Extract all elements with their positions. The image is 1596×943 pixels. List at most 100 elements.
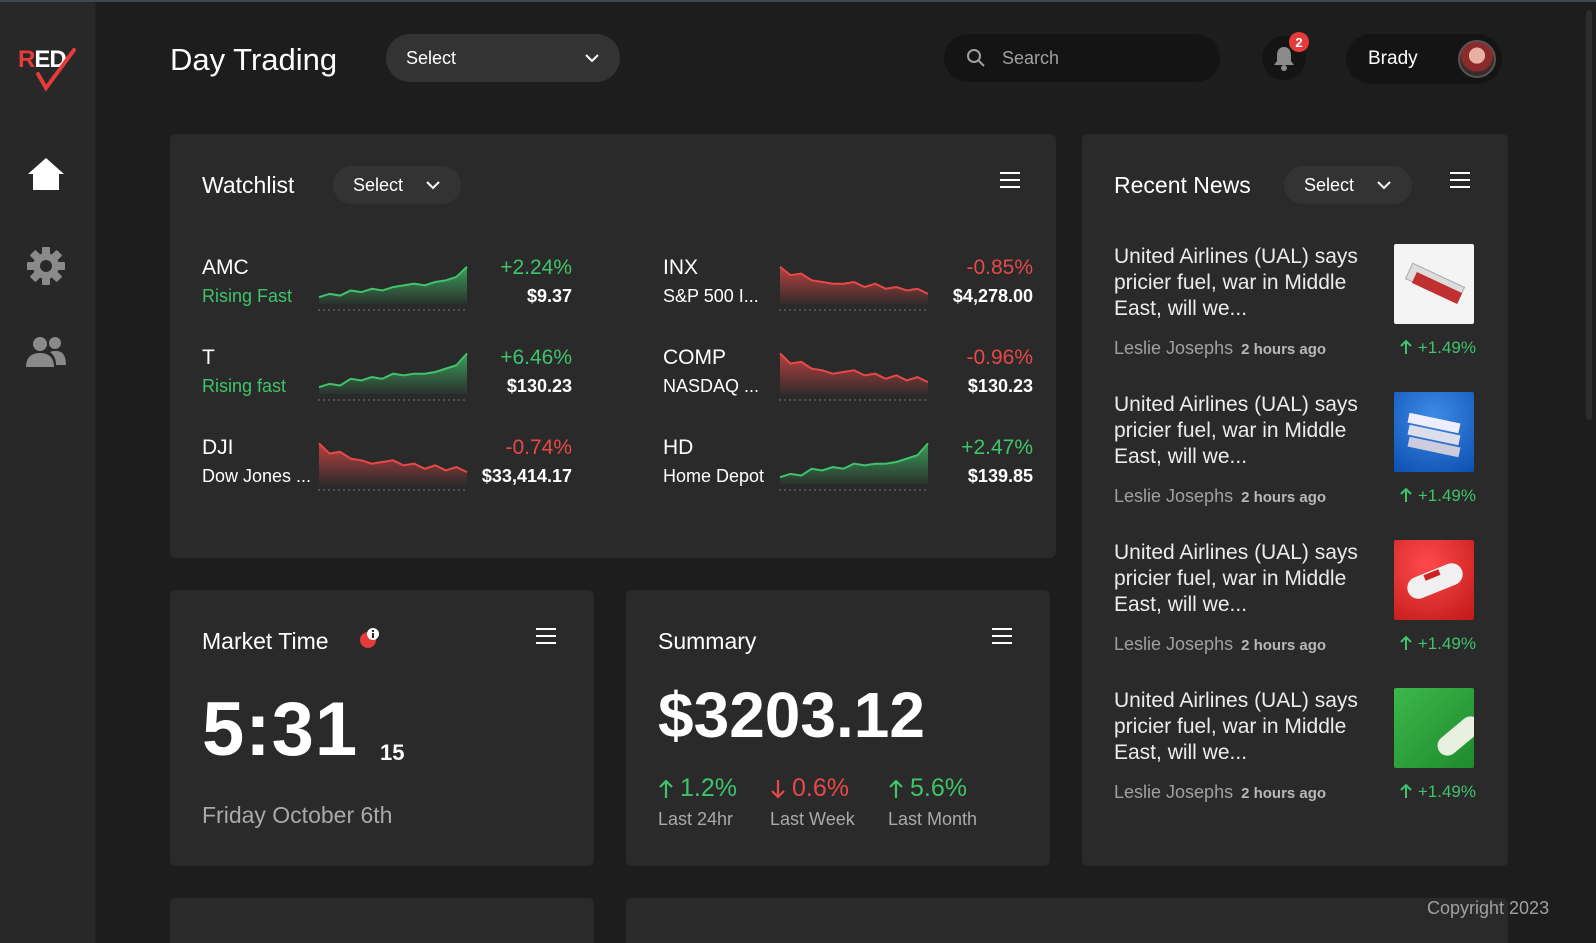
watchlist-price: $139.85 [967,466,1033,486]
news-meta: Leslie Josephs 2 hours ago [1114,782,1326,803]
watchlist-item[interactable]: COMP NASDAQ ... -0.96% $130.23 [663,346,1033,408]
arrow-up-icon [659,778,673,798]
watchlist-change: +2.47% [961,436,1033,459]
watchlist-price: $130.23 [967,376,1033,396]
watchlist-subtitle: Rising Fast [202,286,293,306]
watchlist-change: -0.96% [966,346,1033,369]
news-time: 2 hours ago [1241,785,1327,802]
user-menu[interactable]: Brady [1346,34,1502,84]
summary-total: $3203.12 [658,679,925,751]
arrow-up-icon [1400,635,1412,650]
info-icon[interactable] [358,626,382,650]
watchlist-change: -0.85% [966,256,1033,279]
watchlist-change: +6.46% [500,346,572,369]
summary-stat: 1.2% Last 24hr [658,774,737,830]
news-thumbnail[interactable] [1394,392,1474,472]
news-item[interactable]: United Airlines (UAL) says pricier fuel,… [1114,392,1476,522]
news-change-value: +1.49% [1417,486,1476,505]
summary-stat: 5.6% Last Month [888,774,977,830]
news-thumbnail[interactable] [1394,244,1474,324]
arrow-down-icon [771,779,785,799]
sidebar-item-settings[interactable] [24,244,68,288]
search-box[interactable] [944,34,1220,82]
scrollbar-thumb[interactable] [1586,10,1592,420]
main-content: Day Trading Select 2 Brady Watchlist Sel… [96,2,1566,943]
watchlist-item[interactable]: INX S&P 500 I... -0.85% $4,278.00 [663,256,1033,318]
news-item[interactable]: United Airlines (UAL) says pricier fuel,… [1114,688,1476,818]
news-author: Leslie Josephs [1114,486,1234,506]
watchlist-item[interactable]: DJI Dow Jones ... -0.74% $33,414.17 [202,436,572,498]
gear-icon [27,247,65,285]
watchlist-subtitle: S&P 500 I... [663,286,759,306]
watchlist-symbol: DJI [202,436,234,459]
news-menu-icon[interactable] [1448,170,1472,190]
news-author: Leslie Josephs [1114,634,1234,654]
watchlist-symbol: HD [663,436,694,459]
news-meta: Leslie Josephs 2 hours ago [1114,634,1326,655]
watchlist-sparkline [779,265,929,311]
watchlist-item[interactable]: HD Home Depot +2.47% $139.85 [663,436,1033,498]
market-time-title: Market Time [202,628,329,654]
summary-menu-icon[interactable] [990,626,1014,646]
news-change: +1.49% [1394,338,1476,358]
watchlist-price: $130.23 [506,376,572,396]
summary-stat-value: 5.6% [910,774,967,802]
summary-title: Summary [658,628,757,654]
watchlist-change: +2.24% [500,256,572,279]
watchlist-symbol: AMC [202,256,249,279]
header-select-dropdown[interactable]: Select [386,34,620,82]
summary-stat-label: Last 24hr [658,809,734,829]
watchlist-subtitle: Home Depot [663,466,765,486]
watchlist-sparkline [318,442,468,491]
news-time: 2 hours ago [1241,341,1327,358]
news-item[interactable]: United Airlines (UAL) says pricier fuel,… [1114,244,1476,374]
news-headline[interactable]: United Airlines (UAL) says pricier fuel,… [1114,392,1374,470]
chevron-down-icon [585,54,599,63]
watchlist-symbol: INX [663,256,699,279]
watchlist-symbol: T [202,346,215,369]
watchlist-select-dropdown[interactable]: Select [333,166,461,204]
chevron-down-icon [1377,181,1391,190]
arrow-up-icon [889,778,903,798]
news-change: +1.49% [1394,634,1476,654]
watchlist-price: $33,414.17 [481,466,572,486]
watchlist-item[interactable]: T Rising fast +6.46% $130.23 [202,346,572,408]
home-icon [28,158,64,190]
news-headline[interactable]: United Airlines (UAL) says pricier fuel,… [1114,540,1374,618]
sidebar-item-users[interactable] [24,330,68,374]
news-select-dropdown[interactable]: Select [1284,166,1412,204]
watchlist-sparkline [779,442,929,491]
market-clock: 5:31 [202,687,359,772]
news-item[interactable]: United Airlines (UAL) says pricier fuel,… [1114,540,1476,670]
news-select-label: Select [1304,174,1355,195]
watchlist-sparkline [318,266,468,311]
news-thumbnail[interactable] [1394,540,1474,620]
news-change-value: +1.49% [1417,338,1476,357]
recent-news-card: Recent News Select United Airlines (UAL)… [1082,134,1508,866]
watchlist-change: -0.74% [505,436,572,459]
market-clock-seconds: 15 [380,740,405,765]
logo[interactable]: RED [18,46,80,92]
watchlist-sparkline [318,352,468,401]
news-change-value: +1.49% [1417,634,1476,653]
arrow-up-icon [1400,487,1412,502]
search-input[interactable] [1002,47,1192,69]
news-headline[interactable]: United Airlines (UAL) says pricier fuel,… [1114,688,1374,766]
watchlist-menu-icon[interactable] [998,170,1022,190]
watchlist-subtitle: Dow Jones ... [202,466,312,486]
watchlist-item[interactable]: AMC Rising Fast +2.24% $9.37 [202,256,572,318]
market-time-menu-icon[interactable] [534,626,558,646]
sidebar-item-home[interactable] [24,152,68,196]
news-meta: Leslie Josephs 2 hours ago [1114,486,1326,507]
summary-stat: 0.6% Last Week [770,774,855,830]
news-headline[interactable]: United Airlines (UAL) says pricier fuel,… [1114,244,1374,322]
copyright: Copyright 2023 [1427,898,1550,918]
news-change: +1.49% [1394,782,1476,802]
watchlist-price: $4,278.00 [952,286,1033,306]
news-author: Leslie Josephs [1114,338,1234,358]
news-author: Leslie Josephs [1114,782,1234,802]
page-title: Day Trading [170,42,338,77]
news-thumbnail[interactable] [1394,688,1474,768]
news-title: Recent News [1114,172,1251,198]
watchlist-price: $9.37 [526,286,572,306]
